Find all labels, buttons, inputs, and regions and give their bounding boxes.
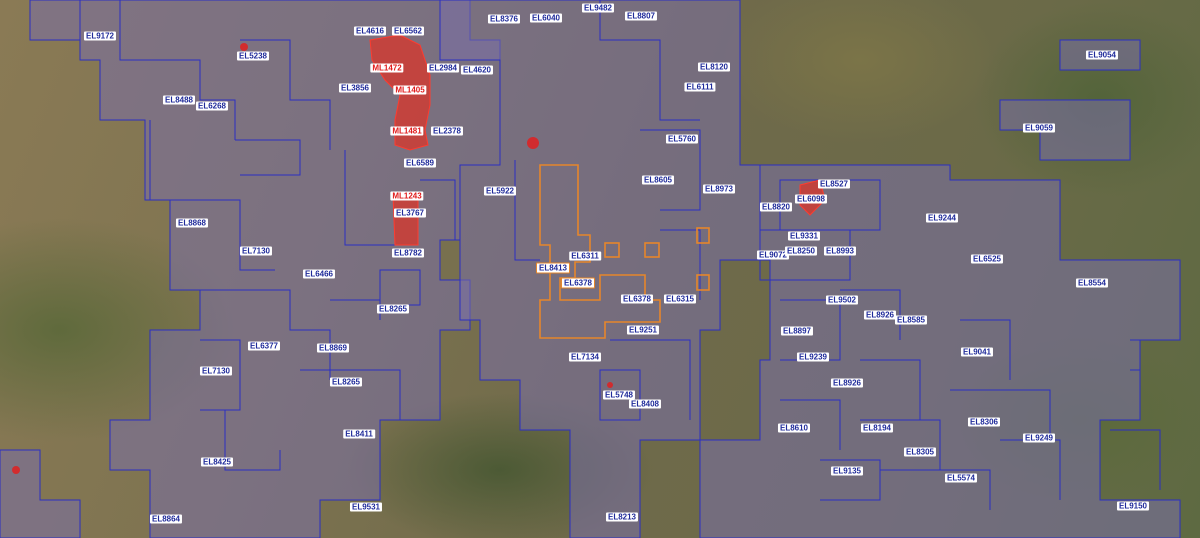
mining-lease-label-ml1405[interactable]: ML1405 [393,85,427,95]
exploration-licence-label-el9054[interactable]: EL9054 [1085,50,1119,60]
exploration-licence-label-el5748[interactable]: EL5748 [602,390,636,400]
exploration-licence-label-el4620[interactable]: EL4620 [460,65,494,75]
exploration-licence-label-el8265[interactable]: EL8265 [329,377,363,387]
exploration-licence-label-el8250[interactable]: EL8250 [784,246,818,256]
exploration-licence-label-el6562[interactable]: EL6562 [391,26,425,36]
exploration-licence-areas [0,0,1181,538]
exploration-licence-label-el8782[interactable]: EL8782 [391,248,425,258]
exploration-licence-label-el6111[interactable]: EL6111 [684,82,716,92]
exploration-licence-label-el8610[interactable]: EL8610 [777,423,811,433]
exploration-licence-label-el6315[interactable]: EL6315 [663,294,697,304]
exploration-licence-label-el2984[interactable]: EL2984 [426,63,460,73]
exploration-licence-label-el5922[interactable]: EL5922 [483,186,517,196]
exploration-licence-label-el9502[interactable]: EL9502 [825,295,859,305]
licence-area-southwest [0,449,81,538]
exploration-licence-label-el8897[interactable]: EL8897 [780,326,814,336]
exploration-licence-label-el6589[interactable]: EL6589 [403,158,437,168]
exploration-licence-label-el8926[interactable]: EL8926 [830,378,864,388]
exploration-licence-label-el8194[interactable]: EL8194 [860,423,894,433]
exploration-licence-label-el5238[interactable]: EL5238 [236,51,270,61]
exploration-licence-label-el6268[interactable]: EL6268 [195,101,229,111]
exploration-licence-label-el6525[interactable]: EL6525 [970,254,1004,264]
exploration-licence-label-el8864[interactable]: EL8864 [149,514,183,524]
exploration-licence-label-el9531[interactable]: EL9531 [349,502,383,512]
exploration-licence-label-el6098[interactable]: EL6098 [794,194,828,204]
exploration-licence-label-el8305[interactable]: EL8305 [903,447,937,457]
exploration-licence-label-el9251[interactable]: EL9251 [626,325,660,335]
exploration-licence-label-el7130[interactable]: EL7130 [199,366,233,376]
exploration-licence-label-el8488[interactable]: EL8488 [162,95,196,105]
exploration-licence-label-el9059[interactable]: EL9059 [1022,123,1056,133]
exploration-licence-label-el8120[interactable]: EL8120 [697,62,731,72]
licence-area-northeast [999,99,1131,161]
exploration-licence-label-el9239[interactable]: EL9239 [796,352,830,362]
mining-lease-label-ml1472[interactable]: ML1472 [370,63,404,73]
exploration-licence-label-el9244[interactable]: EL9244 [925,213,959,223]
exploration-licence-label-el8306[interactable]: EL8306 [967,417,1001,427]
exploration-licence-label-el6466[interactable]: EL6466 [302,269,336,279]
exploration-licence-label-el6377[interactable]: EL6377 [247,341,281,351]
exploration-licence-label-el8973[interactable]: EL8973 [702,184,736,194]
tenement-overlay [0,0,1181,538]
exploration-licence-label-el7134[interactable]: EL7134 [568,352,602,362]
exploration-licence-label-el8376[interactable]: EL8376 [487,14,521,24]
exploration-licence-label-el8868[interactable]: EL8868 [175,218,209,228]
exploration-licence-label-el3767[interactable]: EL3767 [393,208,427,218]
exploration-licence-label-el8585[interactable]: EL8585 [894,315,928,325]
exploration-licence-label-el8408[interactable]: EL8408 [628,399,662,409]
exploration-licence-label-el9249[interactable]: EL9249 [1022,433,1056,443]
exploration-licence-label-el6378[interactable]: EL6378 [620,294,654,304]
exploration-licence-label-el8807[interactable]: EL8807 [624,11,658,21]
exploration-licence-label-el8993[interactable]: EL8993 [823,246,857,256]
mining-lease-label-ml1243[interactable]: ML1243 [390,191,424,201]
exploration-licence-label-el7130[interactable]: EL7130 [239,246,273,256]
exploration-licence-label-el9331[interactable]: EL9331 [787,231,821,241]
exploration-licence-label-el8265[interactable]: EL8265 [376,304,410,314]
exploration-licence-label-el9150[interactable]: EL9150 [1116,501,1150,511]
exploration-licence-label-el5574[interactable]: EL5574 [944,473,978,483]
exploration-licence-label-el9041[interactable]: EL9041 [960,347,994,357]
satellite-map[interactable]: EL9172 EL5238 EL4616 EL6562 EL8376 EL6040 EL94… [0,0,1200,538]
exploration-licence-label-el8554[interactable]: EL8554 [1075,278,1109,288]
mining-lease-central [392,194,419,246]
exploration-licence-label-el8213[interactable]: EL8213 [605,512,639,522]
exploration-licence-label-el8820[interactable]: EL8820 [759,202,793,212]
exploration-licence-label-el9482[interactable]: EL9482 [581,3,615,13]
exploration-licence-label-el8605[interactable]: EL8605 [641,175,675,185]
exploration-licence-label-el2378[interactable]: EL2378 [430,126,464,136]
exploration-licence-label-el8411[interactable]: EL8411 [343,429,375,439]
exploration-licence-label-el4616[interactable]: EL4616 [353,26,387,36]
exploration-licence-label-el3856[interactable]: EL3856 [338,83,372,93]
exploration-licence-label-el8869[interactable]: EL8869 [316,343,350,353]
licence-area-top-left [29,0,81,41]
exploration-licence-label-el6040[interactable]: EL6040 [529,13,563,23]
exploration-licence-label-el8527[interactable]: EL8527 [817,179,851,189]
exploration-licence-label-el8926[interactable]: EL8926 [863,310,897,320]
exploration-licence-label-el8413[interactable]: EL8413 [535,262,571,274]
exploration-licence-label-el9135[interactable]: EL9135 [830,466,864,476]
exploration-licence-label-el8425[interactable]: EL8425 [200,457,234,467]
exploration-licence-label-el6378[interactable]: EL6378 [560,277,596,289]
mining-lease-label-ml1481[interactable]: ML1481 [390,126,424,136]
exploration-licence-label-el5760[interactable]: EL5760 [665,134,699,144]
exploration-licence-label-el9172[interactable]: EL9172 [83,31,117,41]
exploration-licence-label-el6311[interactable]: EL6311 [569,251,601,261]
